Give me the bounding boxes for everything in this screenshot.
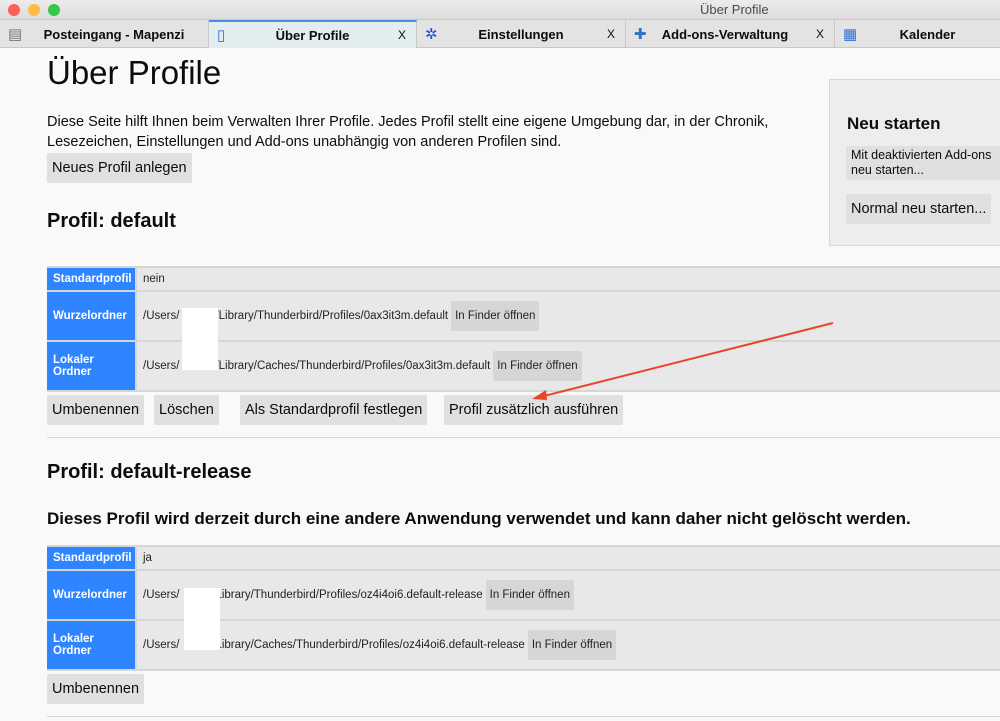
profile-notice: Dieses Profil wird derzeit durch eine an… (47, 509, 911, 528)
rename-button[interactable]: Umbenennen (47, 674, 145, 704)
default-value: ja (143, 552, 152, 564)
header-cell: Wurzelordner (47, 571, 137, 619)
table-row: Standardprofil ja (47, 547, 1000, 571)
open-in-finder-button[interactable]: In Finder öffnen (485, 580, 574, 610)
root-path: Library/Thunderbird/Profiles/oz4i4oi6.de… (215, 589, 483, 601)
redaction (184, 588, 220, 650)
divider (47, 716, 1000, 717)
profile-title: Profil: default-release (47, 461, 252, 483)
header-cell: Lokaler Ordner (47, 621, 137, 669)
local-path: Library/Caches/Thunderbird/Profiles/oz4i… (215, 639, 525, 651)
path-prefix: /Users/ (143, 639, 180, 651)
header-cell: Standardprofil (47, 547, 137, 569)
path-prefix: /Users/ (143, 589, 180, 601)
open-in-finder-button[interactable]: In Finder öffnen (527, 630, 617, 660)
